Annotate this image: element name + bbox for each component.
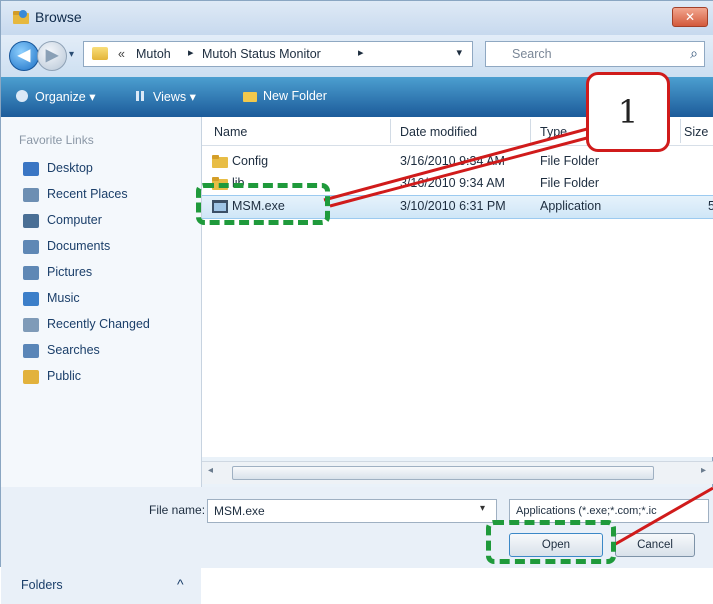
column-header-size[interactable]: Size [684, 125, 708, 139]
desktop-icon [23, 161, 39, 176]
highlight-msm-exe [196, 183, 330, 225]
file-type: File Folder [540, 176, 600, 190]
address-dropdown-icon[interactable]: ▾ [456, 46, 462, 59]
new-folder-icon [243, 92, 257, 102]
views-icon [136, 91, 144, 101]
searches-icon [23, 343, 39, 358]
sidebar-item-recent-places[interactable]: Recent Places [23, 187, 128, 207]
recently-changed-icon [23, 317, 39, 332]
title-bar[interactable]: Browse ✕ [1, 1, 713, 35]
file-type: File Folder [540, 154, 600, 168]
pictures-icon [23, 265, 39, 280]
file-name: Config [232, 154, 269, 168]
column-divider[interactable] [530, 119, 531, 143]
browse-folder-icon [13, 10, 29, 24]
scrollbar-thumb[interactable] [232, 466, 654, 480]
close-button[interactable]: ✕ [672, 7, 708, 27]
breadcrumb-separator[interactable]: ▸ [188, 46, 194, 59]
back-arrow-icon: ◀ [17, 47, 31, 64]
views-menu[interactable]: Views ▾ [153, 89, 196, 104]
sidebar-item-documents[interactable]: Documents [23, 239, 110, 259]
breadcrumb-mutoh[interactable]: Mutoh [136, 47, 171, 61]
horizontal-scrollbar[interactable]: ◂ ▸ [202, 461, 713, 484]
sidebar-item-recently-changed[interactable]: Recently Changed [23, 317, 150, 337]
date-modified: 3/16/2010 9:34 AM [400, 154, 505, 168]
sidebar-item-label: Recent Places [47, 187, 128, 201]
folder-icon [212, 155, 228, 168]
sidebar-item-label: Documents [47, 239, 111, 253]
sidebar-item-label: Recently Changed [47, 317, 150, 331]
sidebar-item-label: Computer [47, 213, 102, 227]
new-folder-button[interactable]: New Folder [263, 89, 327, 103]
file-name-value[interactable]: MSM.exe [214, 504, 265, 518]
organize-menu[interactable]: Organize ▾ [35, 89, 95, 104]
recent-places-icon [23, 187, 39, 202]
overflow-chevron[interactable]: « [118, 47, 125, 61]
file-size: 5 [708, 199, 713, 213]
sidebar-item-label: Music [47, 291, 80, 305]
search-placeholder: Search [512, 47, 552, 61]
address-row: ◀ ▶ ▾ « Mutoh ▸ Mutoh Status Monitor ▸ ▾… [1, 35, 713, 77]
folders-toggle-bar[interactable]: Folders ^ [1, 567, 201, 604]
date-modified: 3/16/2010 9:34 AM [400, 176, 505, 190]
collapse-chevron-icon[interactable]: ^ [177, 576, 184, 592]
music-icon [23, 291, 39, 306]
organize-icon [16, 90, 28, 102]
folder-icon [92, 47, 108, 60]
sidebar-item-label: Desktop [47, 161, 93, 175]
date-modified: 3/10/2010 6:31 PM [400, 199, 506, 213]
window-title: Browse [35, 9, 82, 25]
computer-icon [23, 213, 39, 228]
address-bar[interactable]: « Mutoh ▸ Mutoh Status Monitor ▸ ▾ [83, 41, 473, 67]
history-dropdown-icon[interactable]: ▾ [69, 49, 79, 60]
sidebar-item-public[interactable]: Public [23, 369, 81, 389]
file-type: Application [540, 199, 602, 213]
navigation-pane: Favorite Links Desktop Recent Places Compu… [1, 117, 202, 604]
documents-icon [23, 239, 39, 254]
search-icon[interactable]: ⌕ [690, 45, 698, 62]
scroll-left-icon[interactable]: ◂ [208, 465, 213, 476]
column-header-name[interactable]: Name [214, 125, 247, 139]
file-list: Name Date modified Type Size Config 3/16/… [202, 117, 713, 457]
favorite-links-heading: Favorite Links [19, 133, 94, 147]
search-box[interactable]: Search ⌕ [485, 41, 705, 67]
column-divider[interactable] [390, 119, 391, 143]
file-row[interactable]: Config 3/16/2010 9:34 AM File Folder [202, 151, 713, 173]
public-folder-icon [23, 369, 39, 384]
file-name-label: File name: [149, 503, 206, 517]
sidebar-item-label: Pictures [47, 265, 93, 279]
file-type-value[interactable]: Applications (*.exe;*.com;*.ic [516, 505, 657, 517]
sidebar-item-label: Searches [47, 343, 100, 357]
forward-arrow-icon: ▶ [45, 47, 59, 64]
sidebar-item-pictures[interactable]: Pictures [23, 265, 92, 285]
sidebar-item-desktop[interactable]: Desktop [23, 161, 93, 181]
breadcrumb-separator[interactable]: ▸ [358, 46, 364, 59]
forward-button[interactable]: ▶ [37, 41, 67, 71]
column-header-type[interactable]: Type [540, 125, 567, 139]
highlight-open-button [486, 520, 616, 564]
folders-label: Folders [21, 578, 63, 592]
column-header-date-modified[interactable]: Date modified [400, 125, 477, 139]
cancel-button[interactable]: Cancel [615, 533, 695, 557]
column-divider[interactable] [680, 119, 681, 143]
sidebar-item-searches[interactable]: Searches [23, 343, 100, 363]
scroll-right-icon[interactable]: ▸ [701, 465, 706, 476]
file-name-dropdown-icon[interactable]: ▾ [480, 503, 485, 514]
breadcrumb-mutoh-status-monitor[interactable]: Mutoh Status Monitor [202, 47, 321, 61]
back-button[interactable]: ◀ [9, 41, 39, 71]
sidebar-item-music[interactable]: Music [23, 291, 80, 311]
file-name-field[interactable]: MSM.exe ▾ [207, 499, 497, 523]
step-callout: 1 [586, 72, 670, 152]
sidebar-item-label: Public [47, 369, 82, 383]
sidebar-item-computer[interactable]: Computer [23, 213, 102, 233]
